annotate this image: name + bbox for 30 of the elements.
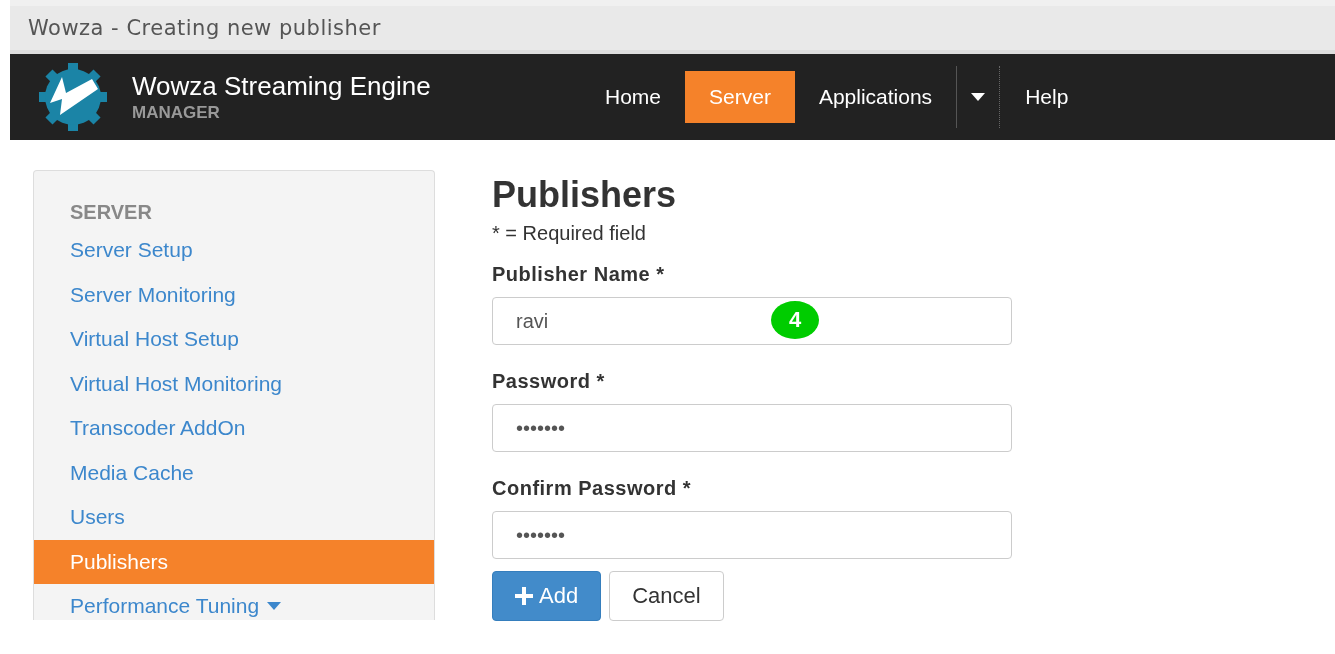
sidebar-item[interactable]: Virtual Host Setup bbox=[34, 317, 434, 362]
sidebar-item[interactable]: Virtual Host Monitoring bbox=[34, 361, 434, 406]
brand-subtitle: MANAGER bbox=[132, 103, 221, 123]
nav-tab[interactable]: Server bbox=[685, 71, 795, 123]
brand-name: Wowza Streaming Engine bbox=[132, 71, 432, 101]
sidebar-item[interactable]: Users bbox=[34, 495, 434, 540]
sidebar-item[interactable]: Performance Tuning bbox=[34, 584, 434, 629]
page-heading: Publishers bbox=[492, 174, 678, 216]
step-badge: 4 bbox=[771, 301, 819, 339]
window-title: Wowza - Creating new publisher bbox=[28, 16, 381, 40]
input-field[interactable]: ••••••• bbox=[492, 511, 1012, 559]
plus-icon bbox=[515, 587, 533, 605]
sidebar-item[interactable]: Publishers bbox=[34, 539, 434, 584]
sidebar-item[interactable]: Server Monitoring bbox=[34, 272, 434, 317]
sidebar-item[interactable]: Server Setup bbox=[34, 228, 434, 273]
sidebar-item[interactable]: Transcoder AddOn bbox=[34, 406, 434, 451]
nav-tab[interactable]: Home bbox=[581, 71, 686, 123]
nav-tab[interactable]: Applications bbox=[794, 71, 957, 123]
field-label: Publisher Name * bbox=[492, 263, 666, 286]
nav-tab[interactable]: Help bbox=[1001, 71, 1093, 123]
required-note: * = Required field bbox=[492, 222, 647, 245]
input-field[interactable]: ravi 4 bbox=[492, 297, 1012, 345]
input-field[interactable]: ••••••• bbox=[492, 404, 1012, 452]
add-button[interactable]: Add bbox=[492, 571, 602, 621]
sidebar-item[interactable]: Media Cache bbox=[34, 450, 434, 495]
caret-icon bbox=[971, 93, 986, 101]
sidebar-heading: SERVER bbox=[69, 201, 153, 224]
field-label: Password * bbox=[492, 370, 606, 393]
field-label: Confirm Password * bbox=[492, 477, 693, 500]
cancel-button[interactable]: Cancel bbox=[609, 571, 724, 621]
